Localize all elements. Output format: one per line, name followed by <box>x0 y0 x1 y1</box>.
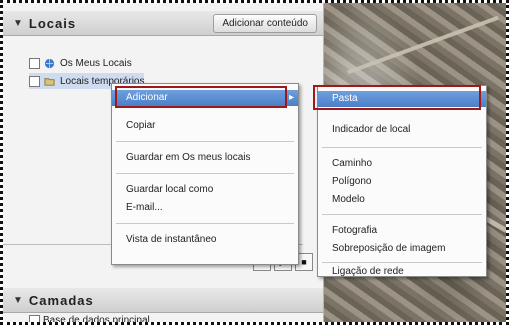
menu-separator <box>116 173 294 174</box>
menu-separator <box>322 262 482 263</box>
tree-item-label: Base de dados principal <box>43 314 150 325</box>
locais-header[interactable]: ▼ Locais Adicionar conteúdo <box>3 11 323 36</box>
menu-separator <box>322 147 482 148</box>
menu-item-path[interactable]: Caminho <box>318 156 486 172</box>
add-submenu: Pasta Indicador de local Caminho Polígon… <box>317 85 487 277</box>
menu-item-save-to-my-places[interactable]: Guardar em Os meus locais <box>112 150 298 166</box>
tree-item-label: Os Meus Locais <box>60 57 132 69</box>
submenu-arrow-icon: ▸ <box>288 92 294 103</box>
highlight-box <box>115 86 287 108</box>
tree-item-primary-db[interactable]: Base de dados principal <box>29 312 150 325</box>
menu-item-image-overlay[interactable]: Sobreposição de imagem <box>318 241 486 257</box>
context-menu: Adicionar ▸ Copiar Guardar em Os meus lo… <box>111 83 299 265</box>
menu-item-snapshot-view[interactable]: Vista de instantâneo <box>112 232 298 248</box>
folder-icon <box>44 77 55 86</box>
menu-separator <box>322 214 482 215</box>
screenshot-frame: ▼ Locais Adicionar conteúdo Os Meus Loca… <box>0 0 509 325</box>
tree-item-my-places[interactable]: Os Meus Locais <box>29 55 132 71</box>
locais-title: Locais <box>28 15 77 31</box>
checkbox[interactable] <box>29 75 40 87</box>
menu-item-placemark[interactable]: Indicador de local <box>318 122 486 138</box>
menu-separator <box>116 223 294 224</box>
add-content-button[interactable]: Adicionar conteúdo <box>213 14 317 33</box>
collapse-icon[interactable]: ▼ <box>13 295 23 306</box>
camadas-title: Camadas <box>28 292 94 308</box>
menu-item-save-place-as[interactable]: Guardar local como <box>112 182 298 198</box>
collapse-icon[interactable]: ▼ <box>13 18 23 29</box>
checkbox[interactable] <box>29 314 40 322</box>
menu-item-model[interactable]: Modelo <box>318 192 486 208</box>
globe-icon <box>44 58 55 68</box>
menu-item-copy[interactable]: Copiar <box>112 118 298 134</box>
menu-item-network-link[interactable]: Ligação de rede <box>318 264 486 280</box>
menu-item-photo[interactable]: Fotografia <box>318 223 486 239</box>
menu-item-email[interactable]: E-mail... <box>112 200 298 216</box>
highlight-box <box>313 85 481 110</box>
camadas-header[interactable]: ▼ Camadas <box>3 288 323 313</box>
checkbox[interactable] <box>29 57 40 69</box>
menu-separator <box>116 141 294 142</box>
menu-item-polygon[interactable]: Polígono <box>318 174 486 190</box>
